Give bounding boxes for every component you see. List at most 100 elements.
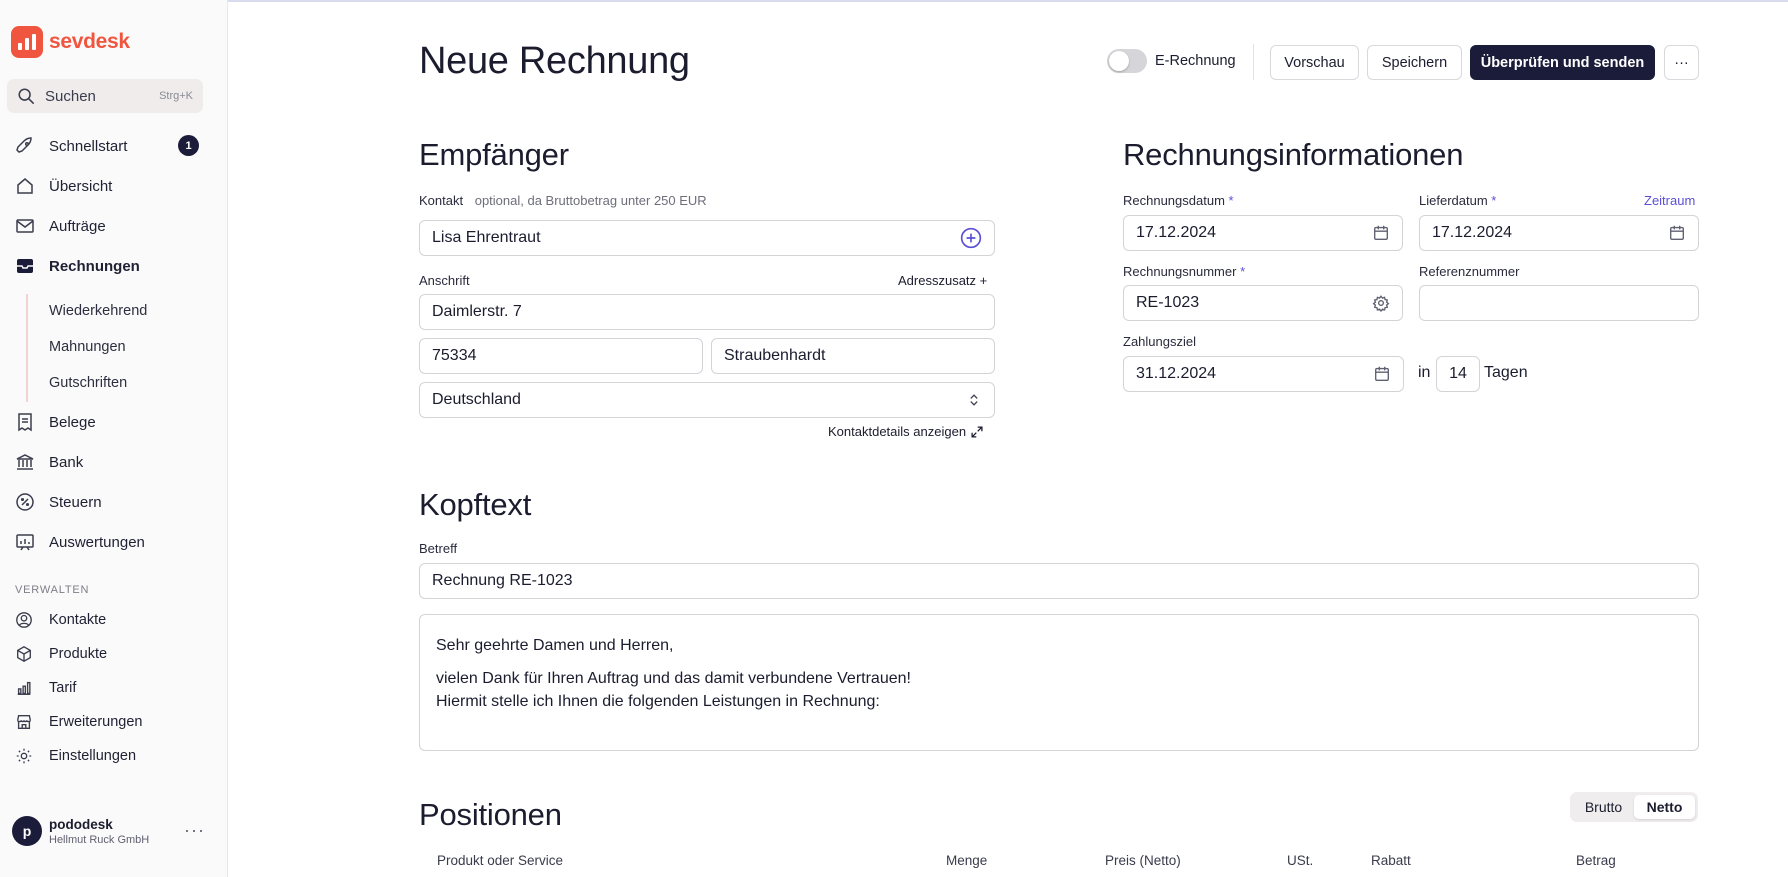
invoice-number-label-text: Rechnungsnummer bbox=[1123, 264, 1237, 279]
sidebar-item-auftraege[interactable]: Aufträge bbox=[15, 214, 106, 238]
invoice-date-label-text: Rechnungsdatum bbox=[1123, 193, 1225, 208]
sidebar-item-label: Rechnungen bbox=[49, 257, 140, 275]
section-label-verwalten: VERWALTEN bbox=[15, 584, 90, 596]
due-date-value: 31.12.2024 bbox=[1136, 365, 1217, 382]
account-switcher[interactable]: p pododesk Hellmut Ruck GmbH bbox=[12, 816, 149, 846]
sidebar-item-einstellungen[interactable]: Einstellungen bbox=[15, 744, 136, 768]
divider bbox=[1253, 44, 1254, 80]
positions-heading: Positionen bbox=[419, 797, 562, 832]
sidebar-item-rechnungen[interactable]: Rechnungen bbox=[15, 254, 140, 278]
invoice-number-field[interactable]: RE-1023 bbox=[1123, 285, 1403, 321]
gear-icon[interactable] bbox=[1372, 294, 1390, 312]
column-amount: Betrag bbox=[1576, 853, 1616, 868]
street-value: Daimlerstr. 7 bbox=[432, 303, 522, 320]
search-input[interactable]: Suchen Strg+K bbox=[7, 79, 203, 113]
sidebar-item-auswertungen[interactable]: Auswertungen bbox=[15, 530, 145, 554]
account-more-button[interactable]: ··· bbox=[184, 820, 205, 841]
sidebar-item-label: Kontakte bbox=[49, 612, 107, 628]
sidebar-item-steuern[interactable]: Steuern bbox=[15, 490, 102, 514]
invoice-date-value: 17.12.2024 bbox=[1136, 224, 1217, 241]
contact-value: Lisa Ehrentraut bbox=[432, 229, 541, 246]
sidebar-item-uebersicht[interactable]: Übersicht bbox=[15, 174, 112, 198]
sidebar-item-schnellstart[interactable]: Schnellstart bbox=[15, 134, 127, 158]
reference-number-field[interactable] bbox=[1419, 285, 1699, 321]
city-field[interactable]: Straubenhardt bbox=[711, 338, 995, 374]
sidebar-item-tarif[interactable]: Tarif bbox=[15, 676, 76, 700]
invoice-date-field[interactable]: 17.12.2024 bbox=[1123, 215, 1403, 251]
subject-field[interactable]: Rechnung RE-1023 bbox=[419, 563, 1699, 599]
contact-details-link[interactable]: Kontaktdetails anzeigen bbox=[828, 424, 984, 439]
contact-label-row: Kontakt optional, da Bruttobetrag unter … bbox=[419, 193, 707, 208]
sidebar-item-label: Schnellstart bbox=[49, 137, 128, 155]
preview-button[interactable]: Vorschau bbox=[1270, 45, 1359, 80]
save-button[interactable]: Speichern bbox=[1367, 45, 1462, 80]
account-name: pododesk bbox=[49, 816, 113, 832]
delivery-date-label-text: Lieferdatum bbox=[1419, 193, 1488, 208]
top-border bbox=[0, 0, 1788, 2]
zip-value: 75334 bbox=[432, 347, 477, 364]
calendar-icon[interactable] bbox=[1668, 224, 1686, 242]
receipt-icon bbox=[18, 413, 32, 432]
gross-option[interactable]: Brutto bbox=[1573, 795, 1634, 819]
e-invoice-toggle[interactable]: E-Rechnung bbox=[1107, 49, 1236, 73]
country-select[interactable]: Deutschland bbox=[419, 382, 995, 418]
required-mark: * bbox=[1240, 264, 1246, 279]
due-date-label: Zahlungsziel bbox=[1123, 334, 1196, 349]
column-price: Preis (Netto) bbox=[1105, 853, 1181, 868]
sidebar-subitem-gutschriften[interactable]: Gutschriften bbox=[49, 375, 127, 391]
in-label: in bbox=[1418, 364, 1431, 381]
country-value: Deutschland bbox=[432, 391, 521, 408]
rocket-icon bbox=[16, 137, 32, 153]
delivery-date-field[interactable]: 17.12.2024 bbox=[1419, 215, 1699, 251]
contact-hint: optional, da Bruttobetrag unter 250 EUR bbox=[474, 193, 707, 208]
gross-net-toggle: Brutto Netto bbox=[1570, 792, 1698, 822]
address-extra-link[interactable]: Adresszusatz + bbox=[898, 273, 987, 288]
sidebar-item-produkte[interactable]: Produkte bbox=[15, 642, 107, 666]
sidebar-item-label: Aufträge bbox=[49, 217, 106, 235]
sidebar-item-label: Steuern bbox=[49, 493, 102, 511]
sidebar-item-bank[interactable]: Bank bbox=[15, 450, 83, 474]
body-line-1: vielen Dank für Ihren Auftrag und das da… bbox=[436, 670, 911, 687]
net-option[interactable]: Netto bbox=[1634, 795, 1695, 819]
delivery-date-label: Lieferdatum * bbox=[1419, 193, 1496, 208]
bars-icon bbox=[17, 681, 31, 695]
period-link[interactable]: Zeitraum bbox=[1644, 193, 1695, 208]
bank-icon bbox=[16, 454, 34, 470]
sidebar-subitem-wiederkehrend[interactable]: Wiederkehrend bbox=[49, 303, 147, 319]
sidebar-item-label: Belege bbox=[49, 413, 96, 431]
expand-icon bbox=[971, 425, 983, 438]
payment-days-field[interactable]: 14 bbox=[1436, 356, 1480, 392]
invoice-number-label: Rechnungsnummer * bbox=[1123, 264, 1245, 279]
review-send-button[interactable]: Überprüfen und senden bbox=[1470, 45, 1655, 80]
contact-field[interactable]: Lisa Ehrentraut bbox=[419, 220, 995, 256]
toggle-switch[interactable] bbox=[1107, 49, 1147, 73]
street-field[interactable]: Daimlerstr. 7 bbox=[419, 294, 995, 330]
more-button[interactable]: ··· bbox=[1664, 45, 1699, 80]
greeting-text: Sehr geehrte Damen und Herren, bbox=[436, 637, 674, 654]
percent-icon bbox=[16, 493, 34, 511]
add-circle-icon[interactable] bbox=[960, 227, 982, 249]
e-invoice-label: E-Rechnung bbox=[1155, 53, 1236, 69]
sidebar-item-erweiterungen[interactable]: Erweiterungen bbox=[15, 710, 143, 734]
reference-number-label: Referenznummer bbox=[1419, 264, 1520, 279]
due-date-field[interactable]: 31.12.2024 bbox=[1123, 356, 1404, 392]
chart-icon bbox=[16, 534, 34, 551]
subject-value: Rechnung RE-1023 bbox=[432, 572, 573, 589]
sidebar-item-belege[interactable]: Belege bbox=[15, 410, 96, 434]
brand-name: sevdesk bbox=[49, 30, 130, 53]
city-value: Straubenhardt bbox=[724, 347, 826, 364]
column-discount: Rabatt bbox=[1371, 853, 1411, 868]
calendar-icon[interactable] bbox=[1373, 365, 1391, 383]
head-text-editor[interactable]: Sehr geehrte Damen und Herren, vielen Da… bbox=[419, 614, 1699, 751]
calendar-icon[interactable] bbox=[1372, 224, 1390, 242]
body-line-2: Hiermit stelle ich Ihnen die folgenden L… bbox=[436, 693, 880, 710]
sidebar-item-label: Produkte bbox=[49, 646, 108, 662]
brand-logo[interactable]: sevdesk bbox=[11, 26, 130, 58]
sidebar-item-label: Einstellungen bbox=[49, 748, 137, 764]
sidebar-subitem-mahnungen[interactable]: Mahnungen bbox=[49, 339, 126, 355]
sidebar-item-kontakte[interactable]: Kontakte bbox=[15, 608, 106, 632]
zip-field[interactable]: 75334 bbox=[419, 338, 703, 374]
days-label: Tagen bbox=[1484, 364, 1528, 381]
inbox-icon bbox=[17, 259, 33, 273]
payment-days-value: 14 bbox=[1449, 365, 1467, 382]
